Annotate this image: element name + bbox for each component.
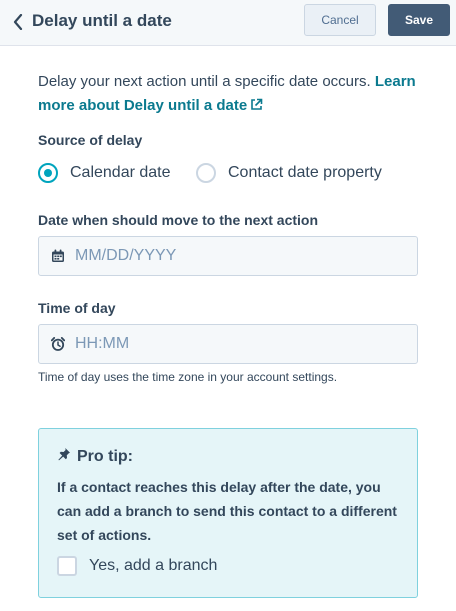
intro-description: Delay your next action until a specific … bbox=[38, 73, 371, 90]
radio-button-checked[interactable] bbox=[38, 163, 58, 183]
pro-tip-title: Pro tip: bbox=[77, 447, 133, 465]
radio-button-unchecked[interactable] bbox=[196, 163, 216, 183]
calendar-icon bbox=[51, 249, 65, 263]
alarm-clock-icon bbox=[50, 337, 66, 351]
date-field[interactable] bbox=[38, 236, 418, 276]
time-input[interactable] bbox=[75, 333, 405, 355]
source-of-delay-label: Source of delay bbox=[38, 132, 143, 148]
radio-label-calendar-date: Calendar date bbox=[70, 164, 171, 181]
pin-icon bbox=[57, 447, 71, 466]
page-title: Delay until a date bbox=[32, 11, 172, 30]
add-branch-checkbox-row[interactable]: Yes, add a branch bbox=[57, 555, 217, 577]
cancel-button[interactable]: Cancel bbox=[304, 4, 376, 36]
pro-tip-header: Pro tip: bbox=[57, 447, 133, 466]
add-branch-label: Yes, add a branch bbox=[89, 557, 218, 574]
chevron-left-icon[interactable] bbox=[10, 12, 26, 32]
radio-dot bbox=[44, 169, 52, 177]
radio-calendar-date[interactable]: Calendar date bbox=[38, 160, 171, 186]
time-field-label: Time of day bbox=[38, 300, 116, 316]
date-input[interactable] bbox=[75, 245, 405, 267]
date-field-label: Date when should move to the next action bbox=[38, 212, 319, 228]
time-field[interactable] bbox=[38, 324, 418, 364]
time-help-text: Time of day uses the time zone in your a… bbox=[38, 370, 338, 384]
pro-tip-body: If a contact reaches this delay after th… bbox=[57, 479, 397, 543]
add-branch-checkbox[interactable] bbox=[57, 556, 77, 576]
panel-header: Delay until a date Cancel Save bbox=[0, 0, 456, 46]
save-button[interactable]: Save bbox=[388, 4, 450, 36]
intro-text: Delay your next action until a specific … bbox=[38, 70, 428, 119]
radio-label-contact-date-property: Contact date property bbox=[228, 164, 382, 181]
pro-tip-box: Pro tip: If a contact reaches this delay… bbox=[38, 428, 418, 598]
external-link-icon bbox=[250, 95, 263, 119]
radio-contact-date-property[interactable]: Contact date property bbox=[196, 160, 382, 186]
